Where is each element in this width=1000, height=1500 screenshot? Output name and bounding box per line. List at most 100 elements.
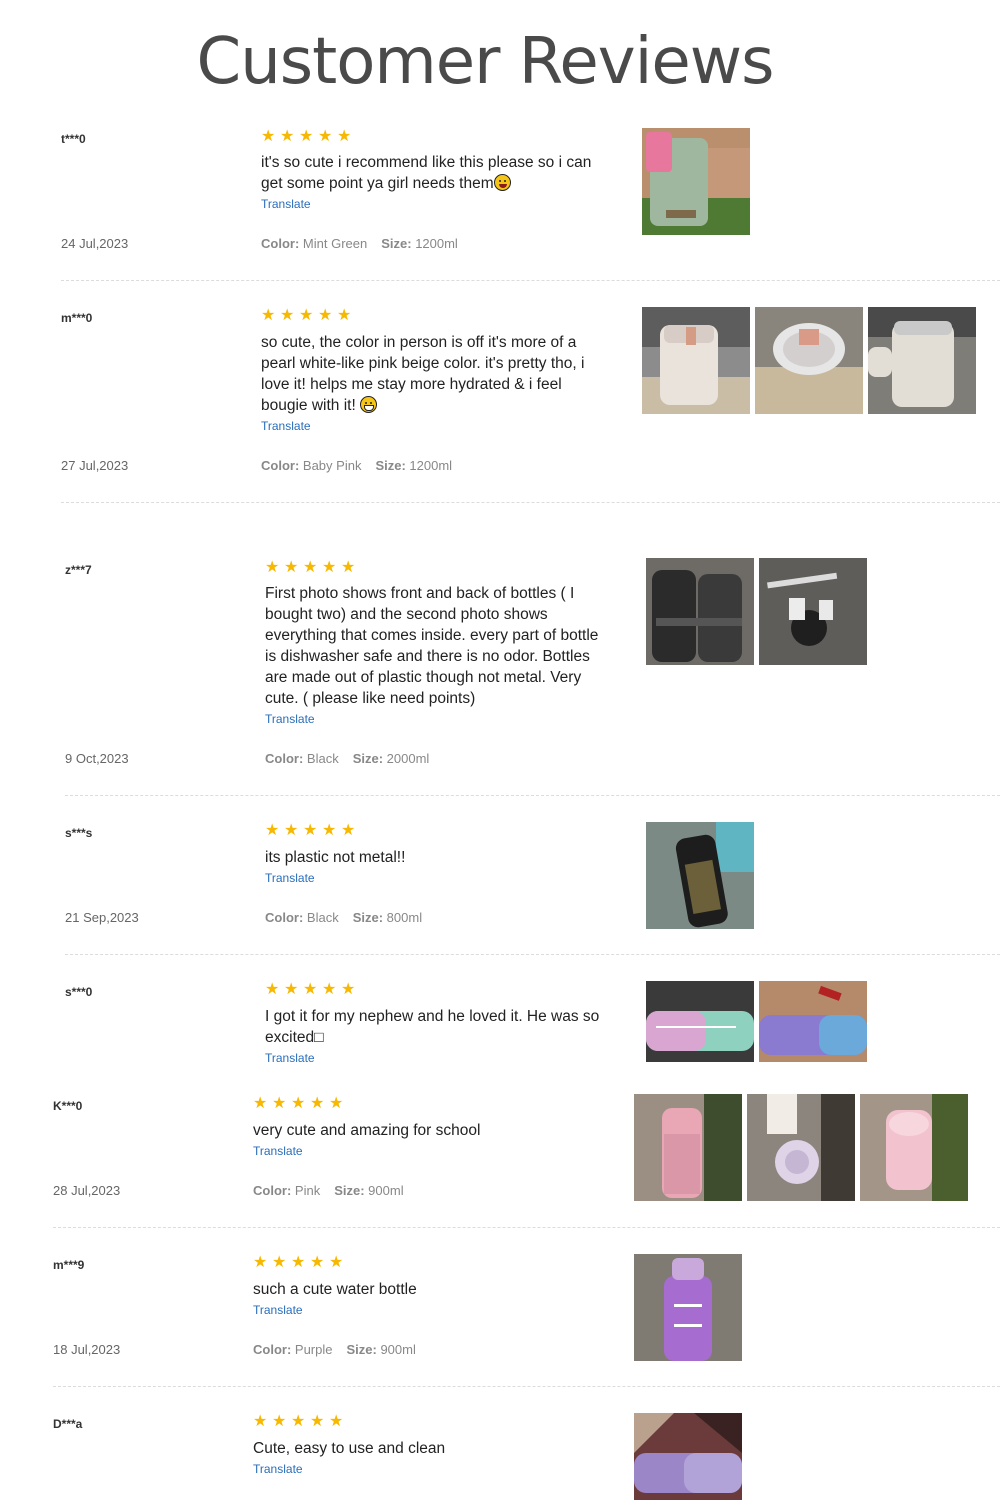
review-variant: Color: Black Size: 2000ml (265, 751, 429, 766)
star-icon: ★ (329, 1093, 344, 1112)
review-variant: Color: Black Size: 800ml (265, 910, 422, 925)
size-value: 1200ml (415, 236, 458, 251)
review-body: First photo shows front and back of bott… (265, 583, 610, 727)
size-value: 900ml (380, 1342, 416, 1357)
review-photo[interactable] (646, 558, 754, 665)
review-date: 28 Jul,2023 (53, 1183, 121, 1198)
size-value: 2000ml (386, 751, 430, 766)
reviewer-name: K***0 (53, 1099, 83, 1113)
star-icon: ★ (265, 979, 280, 998)
page-title: Customer Reviews (196, 25, 775, 99)
star-rating: ★ ★ ★ ★ ★ (265, 822, 357, 838)
review-variant: Color: Pink Size: 900ml (253, 1183, 404, 1198)
translate-link[interactable]: Translate (265, 870, 610, 886)
color-label: Color: (261, 458, 300, 473)
star-icon: ★ (341, 557, 356, 576)
review-photo[interactable] (642, 128, 750, 235)
reviewer-name: D***a (53, 1417, 83, 1431)
review-text: I got it for my nephew and he loved it. … (265, 1008, 600, 1046)
color-value: Mint Green (302, 236, 368, 251)
review-date: 24 Jul,2023 (61, 236, 129, 251)
divider (65, 954, 1000, 955)
review-photo[interactable] (642, 307, 750, 414)
star-icon: ★ (265, 820, 280, 839)
review-text: very cute and amazing for school (253, 1122, 481, 1139)
review-photo[interactable] (634, 1094, 742, 1201)
star-icon: ★ (291, 1252, 306, 1271)
size-label: Size: (375, 458, 406, 473)
reviewer-name: t***0 (61, 132, 86, 146)
review-date: 21 Sep,2023 (65, 910, 139, 925)
divider (53, 1227, 1000, 1228)
size-label: Size: (381, 236, 412, 251)
review-photo[interactable] (759, 981, 867, 1062)
review-photo[interactable] (747, 1094, 855, 1201)
review-date: 9 Oct,2023 (65, 751, 129, 766)
star-icon: ★ (284, 979, 299, 998)
color-value: Baby Pink (302, 458, 362, 473)
color-value: Black (306, 751, 339, 766)
review-variant: Color: Baby Pink Size: 1200ml (261, 458, 452, 473)
size-label: Size: (352, 751, 384, 766)
translate-link[interactable]: Translate (265, 1050, 610, 1066)
divider (61, 280, 1000, 281)
translate-link[interactable]: Translate (253, 1461, 598, 1477)
star-rating: ★ ★ ★ ★ ★ (253, 1095, 345, 1111)
reviewer-name: s***s (65, 826, 93, 840)
reviewer-name: m***9 (53, 1258, 85, 1272)
star-rating: ★ ★ ★ ★ ★ (265, 559, 357, 575)
divider (61, 502, 1000, 503)
star-icon: ★ (303, 557, 318, 576)
review-text: so cute, the color in person is off it's… (261, 334, 585, 414)
review-body: it's so cute i recommend like this pleas… (261, 152, 606, 212)
star-icon: ★ (318, 305, 333, 324)
star-icon: ★ (322, 557, 337, 576)
review-body: Cute, easy to use and clean Translate (253, 1438, 598, 1477)
star-icon: ★ (272, 1252, 287, 1271)
review-variant: Color: Purple Size: 900ml (253, 1342, 416, 1357)
color-value: Pink (294, 1183, 321, 1198)
review-photo[interactable] (860, 1094, 968, 1201)
star-icon: ★ (291, 1411, 306, 1430)
color-label: Color: (261, 236, 300, 251)
review-photo[interactable] (634, 1413, 742, 1500)
review-photo[interactable] (868, 307, 976, 414)
review-text: such a cute water bottle (253, 1281, 417, 1298)
star-icon: ★ (329, 1252, 344, 1271)
divider (65, 795, 1000, 796)
reviewer-name: s***0 (65, 985, 93, 999)
star-icon: ★ (318, 126, 333, 145)
review-photo[interactable] (634, 1254, 742, 1361)
review-variant: Color: Mint Green Size: 1200ml (261, 236, 458, 251)
translate-link[interactable]: Translate (261, 196, 606, 212)
divider (53, 1386, 1000, 1387)
translate-link[interactable]: Translate (253, 1143, 598, 1159)
grin-emoji-icon (360, 396, 378, 413)
star-icon: ★ (322, 979, 337, 998)
review-body: its plastic not metal!! Translate (265, 847, 610, 886)
review-photo[interactable] (646, 981, 754, 1062)
star-icon: ★ (322, 820, 337, 839)
star-icon: ★ (280, 305, 295, 324)
star-rating: ★ ★ ★ ★ ★ (261, 307, 353, 323)
star-rating: ★ ★ ★ ★ ★ (265, 981, 357, 997)
review-photo[interactable] (755, 307, 863, 414)
star-icon: ★ (253, 1093, 268, 1112)
star-icon: ★ (341, 979, 356, 998)
star-icon: ★ (337, 126, 352, 145)
star-icon: ★ (310, 1252, 325, 1271)
star-icon: ★ (253, 1411, 268, 1430)
review-photo[interactable] (646, 822, 754, 929)
translate-link[interactable]: Translate (253, 1302, 598, 1318)
color-label: Color: (265, 910, 304, 925)
color-label: Color: (253, 1183, 292, 1198)
star-icon: ★ (280, 126, 295, 145)
translate-link[interactable]: Translate (265, 711, 610, 727)
review-photo[interactable] (759, 558, 867, 665)
review-body: such a cute water bottle Translate (253, 1279, 598, 1318)
translate-link[interactable]: Translate (261, 418, 606, 434)
star-icon: ★ (272, 1411, 287, 1430)
review-date: 27 Jul,2023 (61, 458, 129, 473)
color-label: Color: (265, 751, 304, 766)
star-icon: ★ (310, 1093, 325, 1112)
